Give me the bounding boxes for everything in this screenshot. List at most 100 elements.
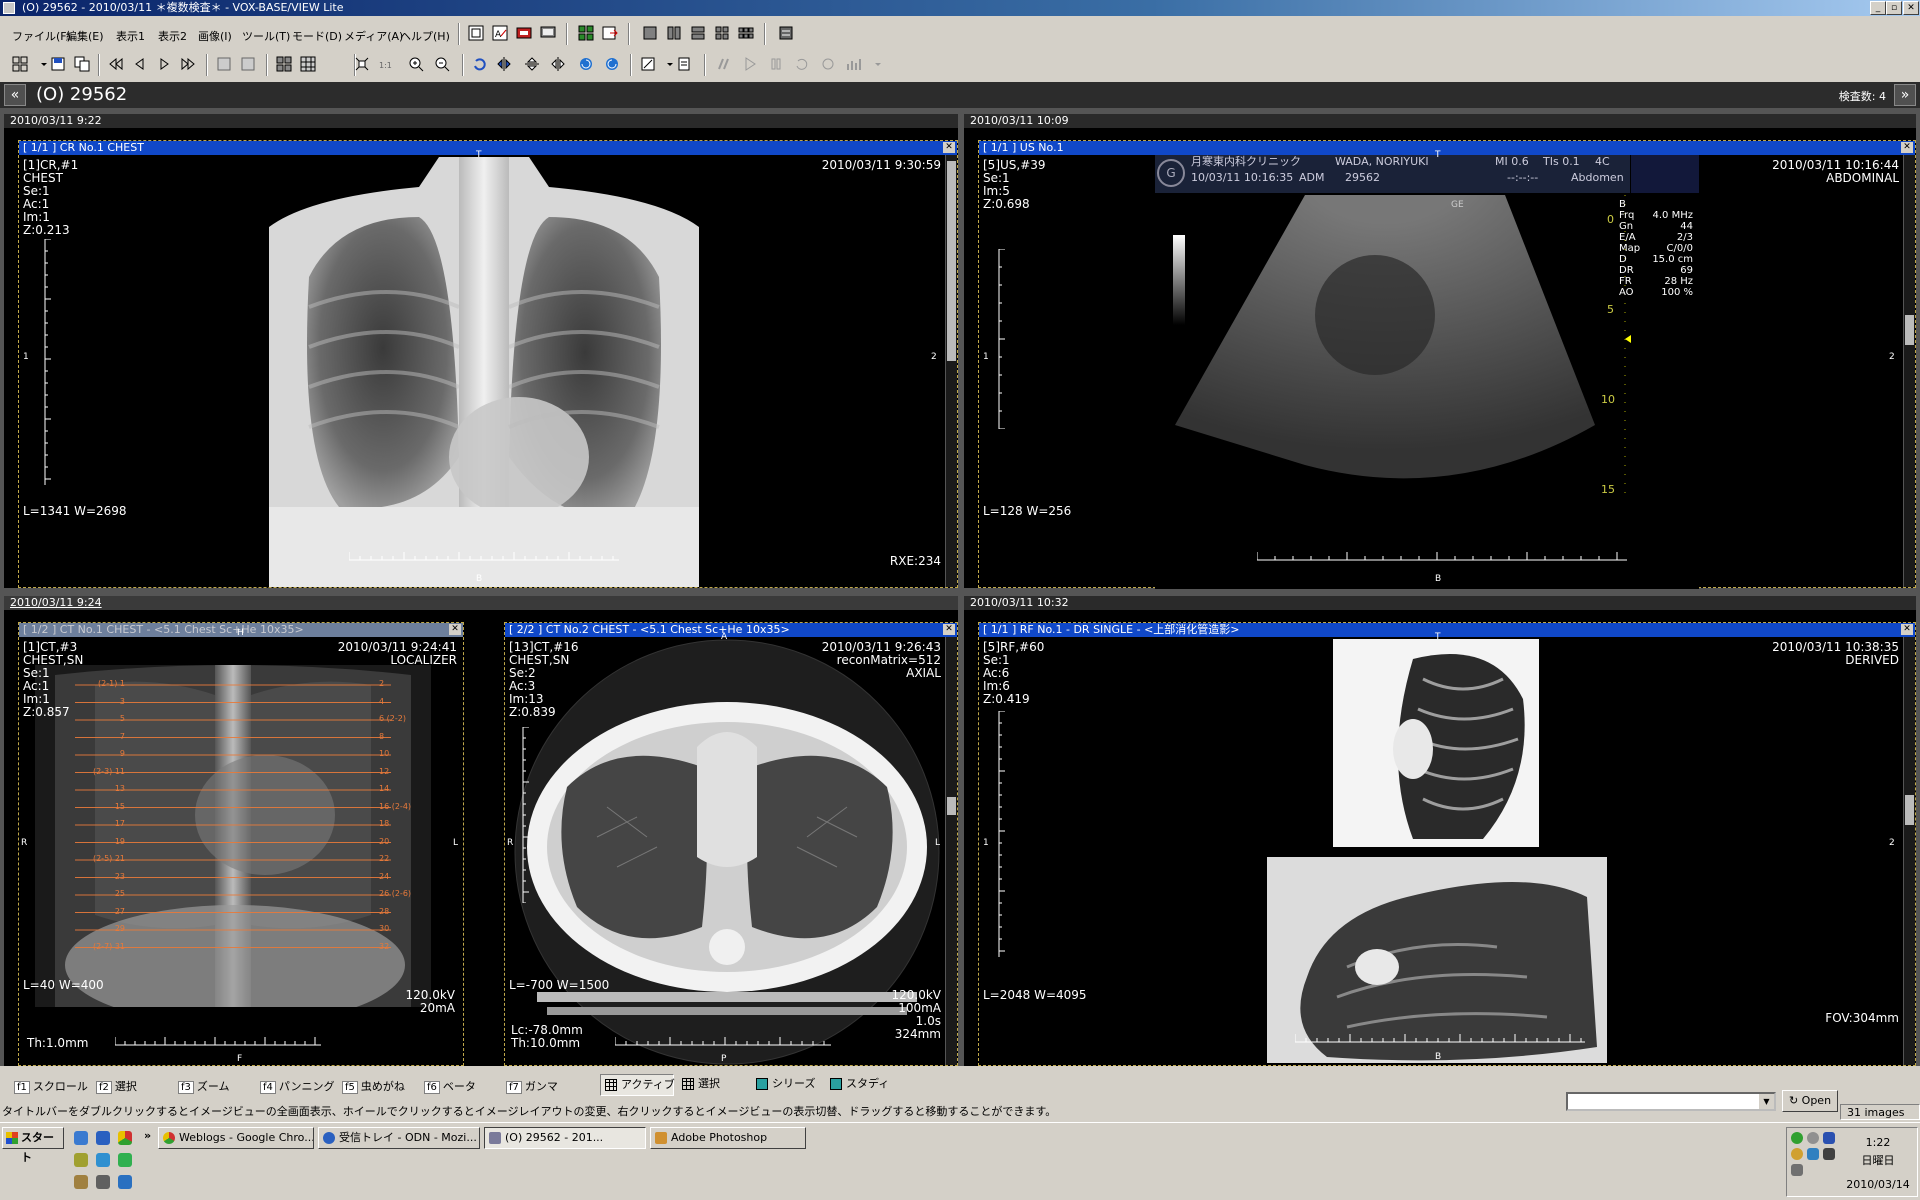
clock-time[interactable]: 1:22 xyxy=(1843,1136,1913,1149)
rotate-icon[interactable] xyxy=(470,54,490,74)
pause-icon[interactable] xyxy=(766,54,786,74)
mode-study-button[interactable]: スタディ xyxy=(826,1074,900,1096)
update-icon[interactable] xyxy=(1807,1148,1819,1160)
fkey-scroll[interactable]: f1 スクロール xyxy=(14,1078,88,1094)
menu-tool[interactable]: ツール(T) xyxy=(242,28,290,44)
next-patient-button[interactable]: » xyxy=(1894,84,1916,106)
menu-view1[interactable]: 表示1 xyxy=(116,28,145,44)
quicklaunch-ie-icon[interactable] xyxy=(96,1131,110,1145)
study-date[interactable]: 2010/03/11 10:09 xyxy=(964,114,1916,128)
layout-2x1-icon[interactable] xyxy=(664,23,684,43)
layout-dropdown-icon[interactable] xyxy=(34,54,47,74)
fkey-zoom[interactable]: f3 ズーム xyxy=(178,1078,230,1094)
annotation-icon[interactable]: A xyxy=(490,23,510,43)
first-image-icon[interactable] xyxy=(106,54,126,74)
quicklaunch-mail-icon[interactable] xyxy=(118,1175,132,1189)
close-icon[interactable]: ✕ xyxy=(1901,624,1913,635)
pane-header[interactable]: [ 1/1 ] RF No.1 - DR SINGLE - <上部消化管造影> ✕ xyxy=(979,623,1915,637)
tile-grid-icon[interactable] xyxy=(576,23,596,43)
fkey-magnifier[interactable]: f5 虫めがね xyxy=(342,1078,405,1094)
clear-icon[interactable] xyxy=(674,54,694,74)
next-image-icon[interactable] xyxy=(154,54,174,74)
loop-icon[interactable] xyxy=(792,54,812,74)
actual-size-icon[interactable]: 1:1 xyxy=(376,54,396,74)
save-icon[interactable] xyxy=(48,54,68,74)
taskbar-item-mail[interactable]: 受信トレイ - ODN - Mozi... xyxy=(318,1127,480,1149)
last-image-icon[interactable] xyxy=(178,54,198,74)
study-date[interactable]: 2010/03/11 9:24 xyxy=(4,596,958,610)
keyboard-icon[interactable] xyxy=(1791,1164,1803,1176)
fkey-beta[interactable]: f6 ベータ xyxy=(424,1078,476,1094)
image-pane-us[interactable]: [ 1/1 ] US No.1 ✕ G 月寒東内科クリニック 10/03/11 … xyxy=(978,140,1916,589)
shield-icon[interactable] xyxy=(1791,1148,1803,1160)
prev-image-icon[interactable] xyxy=(130,54,150,74)
fkey-gamma[interactable]: f7 ガンマ xyxy=(506,1078,558,1094)
grid-4-icon[interactable] xyxy=(274,54,294,74)
menu-mode[interactable]: モード(D) xyxy=(292,28,342,44)
close-icon[interactable]: ✕ xyxy=(1901,142,1913,153)
pane-header[interactable]: [ 1/1 ] CR No.1 CHEST ✕ xyxy=(19,141,957,155)
taskbar-item-chrome[interactable]: Weblogs - Google Chro... xyxy=(158,1127,314,1149)
chevron-right-icon[interactable]: » xyxy=(144,1129,151,1142)
rotate-ccw-icon[interactable] xyxy=(602,54,622,74)
flip-horizontal-icon[interactable] xyxy=(548,54,568,74)
image-scrollbar[interactable] xyxy=(1903,637,1915,1065)
chevron-down-icon[interactable]: ▼ xyxy=(1759,1094,1774,1109)
layout-select-icon[interactable] xyxy=(10,54,30,74)
flip-icon[interactable] xyxy=(494,54,514,74)
play-icon[interactable] xyxy=(740,54,760,74)
measure-dropdown-icon[interactable] xyxy=(660,54,673,74)
network-icon[interactable] xyxy=(1791,1132,1803,1144)
menu-view2[interactable]: 表示2 xyxy=(158,28,187,44)
pane-header[interactable]: [ 2/2 ] CT No.2 CHEST - <5.1 Chest Sc+He… xyxy=(505,623,957,637)
study-date[interactable]: 2010/03/11 9:22 xyxy=(4,114,958,128)
window-layout-icon[interactable] xyxy=(466,23,486,43)
image-pane-ct-axial[interactable]: [ 2/2 ] CT No.2 CHEST - <5.1 Chest Sc+He… xyxy=(504,622,958,1066)
measure-icon[interactable] xyxy=(638,54,658,74)
prev-patient-button[interactable]: « xyxy=(4,84,26,106)
speed-icon[interactable] xyxy=(844,54,864,74)
window-title-bar[interactable]: (O) 29562 - 2010/03/11 ＊複数検査＊ - VOX-BASE… xyxy=(0,0,1920,16)
image-scrollbar[interactable] xyxy=(1903,155,1915,587)
zoom-out-icon[interactable] xyxy=(432,54,452,74)
taskbar-item-voxbase[interactable]: (O) 29562 - 201... xyxy=(484,1127,646,1149)
sync-icon[interactable] xyxy=(600,23,620,43)
speed-dropdown-icon[interactable] xyxy=(868,54,881,74)
copy-icon[interactable] xyxy=(72,54,92,74)
maximize-button[interactable]: ▫ xyxy=(1886,1,1902,15)
mode-series-button[interactable]: シリーズ xyxy=(752,1074,826,1096)
image-pane-rf[interactable]: [ 1/1 ] RF No.1 - DR SINGLE - <上部消化管造影> ✕ xyxy=(978,622,1916,1066)
minimize-button[interactable]: _ xyxy=(1870,1,1886,15)
security-icon[interactable] xyxy=(1807,1132,1819,1144)
monitor-icon[interactable] xyxy=(1823,1148,1835,1160)
open-button[interactable]: ↻ Open xyxy=(1782,1090,1838,1112)
menu-image[interactable]: 画像(I) xyxy=(198,28,232,44)
image-pane-ct-localizer[interactable]: [ 1/2 ] CT No.1 CHEST - <5.1 Chest Sc+He… xyxy=(18,622,464,1066)
study-date[interactable]: 2010/03/11 10:32 xyxy=(964,596,1916,610)
quicklaunch-web-icon[interactable] xyxy=(96,1153,110,1167)
film-icon[interactable] xyxy=(514,23,534,43)
image-pane-cr[interactable]: [ 1/1 ] CR No.1 CHEST ✕ [1]CR,#1 CHEST S… xyxy=(18,140,958,588)
mode-active-button[interactable]: アクティブ xyxy=(600,1074,675,1096)
fkey-pan[interactable]: f4 パンニング xyxy=(260,1078,334,1094)
menu-media[interactable]: メディア(A) xyxy=(344,28,403,44)
series-next-icon[interactable] xyxy=(238,54,258,74)
scan-icon[interactable] xyxy=(776,23,796,43)
quicklaunch-app-icon[interactable] xyxy=(74,1153,88,1167)
close-icon[interactable]: ✕ xyxy=(449,624,461,635)
display-icon[interactable] xyxy=(1823,1132,1835,1144)
quicklaunch-sync-icon[interactable] xyxy=(118,1153,132,1167)
monitor-icon[interactable] xyxy=(538,23,558,43)
cine-reverse-icon[interactable] xyxy=(714,54,734,74)
image-scrollbar[interactable] xyxy=(945,155,957,587)
grid-9-icon[interactable] xyxy=(298,54,318,74)
flip-vertical-icon[interactable] xyxy=(522,54,542,74)
quicklaunch-desktop-icon[interactable] xyxy=(74,1131,88,1145)
quicklaunch-chrome-icon[interactable] xyxy=(118,1131,132,1145)
mode-select-button[interactable]: 選択 xyxy=(678,1074,752,1096)
layout-1x2-icon[interactable] xyxy=(688,23,708,43)
fkey-select[interactable]: f2 選択 xyxy=(96,1078,137,1094)
menu-edit[interactable]: 編集(E) xyxy=(66,28,104,44)
quicklaunch-folder-icon[interactable] xyxy=(74,1175,88,1189)
start-button[interactable]: スタート xyxy=(2,1127,64,1164)
